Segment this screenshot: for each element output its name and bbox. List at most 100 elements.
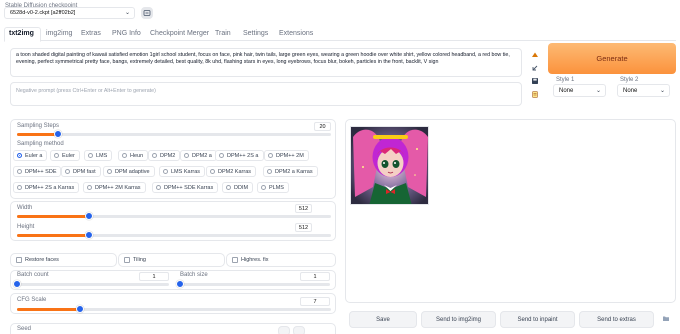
send-to-img2img-button[interactable]: Send to img2img bbox=[421, 311, 496, 328]
batch-count-input[interactable]: 1 bbox=[139, 272, 169, 281]
slider-thumb[interactable] bbox=[176, 280, 184, 288]
sampler-option[interactable]: DPM2 a Karras bbox=[263, 166, 318, 177]
batch-panel bbox=[10, 270, 336, 290]
tab-extras[interactable]: Extras bbox=[81, 30, 101, 37]
paste-button[interactable] bbox=[530, 51, 540, 61]
chevron-down-icon: ⌄ bbox=[124, 10, 130, 16]
cfg-scale-input[interactable]: 7 bbox=[300, 297, 330, 306]
cfg-scale-slider[interactable] bbox=[17, 305, 331, 313]
sampler-option-label: DPM2 Karras bbox=[218, 169, 252, 175]
width-input[interactable]: 512 bbox=[295, 204, 312, 213]
slider-thumb[interactable] bbox=[76, 305, 84, 313]
refresh-checkpoint-button[interactable] bbox=[141, 7, 153, 19]
sampler-option[interactable]: DPM++ SDE Karras bbox=[152, 182, 219, 193]
style1-label: Style 1 bbox=[556, 77, 575, 83]
clipboard-button[interactable] bbox=[530, 90, 540, 100]
sampler-option-label: DPM2 a bbox=[192, 153, 212, 159]
save-style-icon bbox=[532, 78, 538, 84]
checkpoint-select[interactable]: 6528d-v0-2.ckpt [a2ff02b2] ⌄ bbox=[4, 7, 135, 19]
refresh-icon bbox=[143, 10, 151, 16]
width-slider[interactable] bbox=[17, 212, 331, 220]
sampler-option[interactable]: DPM++ SDE bbox=[13, 166, 62, 177]
tab-settings[interactable]: Settings bbox=[243, 30, 268, 37]
sampler-option-label: DPM2 bbox=[160, 153, 176, 159]
radio-dot bbox=[219, 152, 224, 158]
sampler-option[interactable]: DDIM bbox=[222, 182, 254, 193]
tab-train[interactable]: Train bbox=[215, 30, 231, 37]
save-button[interactable]: Save bbox=[349, 311, 417, 328]
sampler-option-label: Euler a bbox=[25, 153, 43, 159]
batch-size-slider[interactable] bbox=[176, 280, 330, 288]
tab-extensions[interactable]: Extensions bbox=[279, 30, 313, 37]
radio-dot bbox=[163, 168, 168, 174]
height-input[interactable]: 512 bbox=[295, 223, 312, 232]
prompt-textarea[interactable]: a toon shaded digital painting of kawaii… bbox=[10, 48, 522, 77]
tab-img2img[interactable]: img2img bbox=[46, 30, 72, 37]
highres-fix-checkbox[interactable] bbox=[232, 257, 238, 263]
style2-value: None bbox=[623, 88, 638, 94]
restore-faces-checkbox[interactable] bbox=[16, 257, 22, 263]
send-to-extras-button[interactable]: Send to extras bbox=[579, 311, 654, 328]
sampler-option[interactable]: Euler bbox=[50, 150, 80, 161]
tab-png-info[interactable]: PNG Info bbox=[112, 30, 141, 37]
sampler-option[interactable]: PLMS bbox=[257, 182, 289, 193]
arrow-icon bbox=[532, 65, 538, 71]
send-to-inpaint-button[interactable]: Send to inpaint bbox=[500, 311, 575, 328]
sampler-option-label: DPM fast bbox=[73, 169, 96, 175]
sampler-option-label: DDIM bbox=[234, 185, 249, 191]
sampler-option[interactable]: DPM2 bbox=[148, 150, 181, 161]
negative-prompt-textarea[interactable]: Negative prompt (press Ctrl+Enter or Alt… bbox=[10, 82, 522, 106]
radio-dot bbox=[156, 184, 161, 190]
slider-thumb[interactable] bbox=[54, 130, 62, 138]
sampler-option[interactable]: LMS bbox=[84, 150, 113, 161]
sampler-option[interactable]: DPM2 a bbox=[180, 150, 217, 161]
sampling-steps-input[interactable]: 20 bbox=[314, 122, 331, 131]
sampler-option[interactable]: DPM++ 2M bbox=[264, 150, 309, 161]
radio-dot bbox=[17, 168, 22, 174]
sampler-option[interactable]: DPM++ 2S a bbox=[215, 150, 264, 161]
batch-size-label: Batch size bbox=[180, 272, 208, 278]
tiling-checkbox[interactable] bbox=[124, 257, 130, 263]
radio-dot bbox=[267, 168, 272, 174]
sampler-option[interactable]: DPM fast bbox=[61, 166, 101, 177]
sampler-option[interactable]: DPM adaptive bbox=[103, 166, 155, 177]
folder-icon bbox=[663, 316, 669, 321]
slider-thumb[interactable] bbox=[13, 280, 21, 288]
sampler-option[interactable]: DPM2 Karras bbox=[206, 166, 257, 177]
seed-label: Seed bbox=[17, 326, 32, 332]
radio-dot bbox=[152, 152, 157, 158]
radio-dot bbox=[17, 184, 22, 190]
radio-dot bbox=[17, 152, 22, 158]
sampling-steps-label: Sampling Steps bbox=[17, 123, 60, 129]
cfg-scale-label: CFG Scale bbox=[17, 297, 47, 303]
sampler-option[interactable]: Euler a bbox=[13, 150, 48, 161]
width-label: Width bbox=[17, 205, 33, 211]
batch-size-input[interactable]: 1 bbox=[300, 272, 330, 281]
sampler-option[interactable]: LMS Karras bbox=[159, 166, 206, 177]
height-slider[interactable] bbox=[17, 231, 331, 239]
slider-thumb[interactable] bbox=[85, 212, 93, 220]
open-folder-button[interactable] bbox=[661, 314, 671, 324]
random-seed-button[interactable] bbox=[278, 326, 290, 334]
sampler-option[interactable]: Heun bbox=[118, 150, 149, 161]
style2-select[interactable]: None ⌄ bbox=[617, 84, 670, 97]
reuse-seed-button[interactable] bbox=[293, 326, 305, 334]
generated-image[interactable] bbox=[350, 126, 429, 205]
sampler-option[interactable]: DPM++ 2M Karras bbox=[83, 182, 146, 193]
sampler-option[interactable]: DPM++ 2S a Karras bbox=[13, 182, 80, 193]
sampler-option-label: LMS bbox=[96, 153, 108, 159]
generate-button[interactable]: Generate bbox=[548, 43, 676, 74]
arrow-button[interactable] bbox=[530, 64, 540, 74]
sampler-option-label: Heun bbox=[130, 153, 144, 159]
batch-count-slider[interactable] bbox=[13, 280, 169, 288]
sampling-steps-slider[interactable] bbox=[17, 130, 331, 138]
save-style-button[interactable] bbox=[530, 77, 540, 87]
paste-icon bbox=[532, 52, 538, 57]
slider-thumb[interactable] bbox=[85, 231, 93, 239]
style1-select[interactable]: None ⌄ bbox=[553, 84, 606, 97]
sampler-option-label: DPM++ 2S a Karras bbox=[25, 185, 75, 191]
tab-checkpoint-merger[interactable]: Checkpoint Merger bbox=[150, 30, 209, 37]
tab-txt2img[interactable]: txt2img bbox=[9, 30, 34, 37]
anime-girl-illustration bbox=[351, 127, 428, 204]
radio-dot bbox=[122, 152, 127, 158]
